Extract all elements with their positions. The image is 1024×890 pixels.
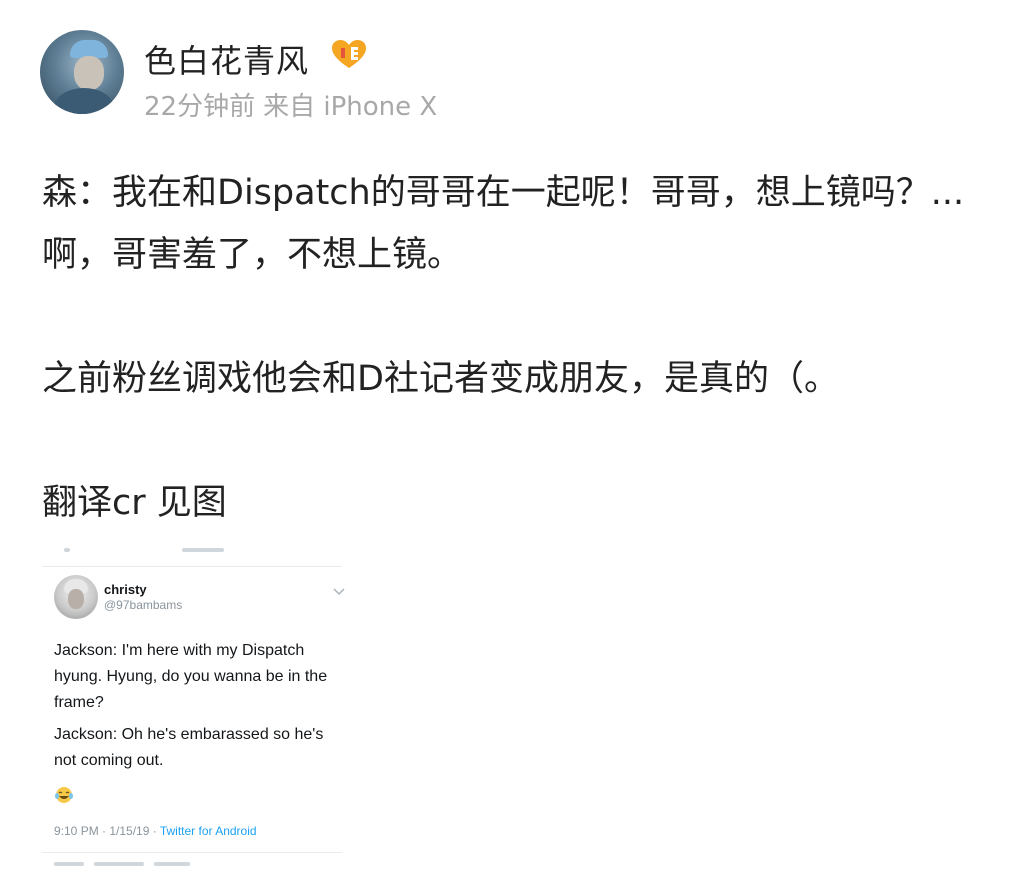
post-source: 来自 iPhone X bbox=[263, 92, 438, 122]
post-meta: 22分钟前 来自 iPhone X bbox=[144, 86, 437, 123]
divider bbox=[42, 852, 342, 853]
vip-heart-badge-icon bbox=[332, 40, 366, 68]
cropped-text-fragment bbox=[54, 862, 214, 868]
tweet-body: Jackson: I'm here with my Dispatch hyung… bbox=[54, 638, 350, 774]
tweet-author-handle: @97bambams bbox=[104, 598, 183, 612]
username[interactable]: 色白花青风 bbox=[144, 36, 309, 82]
tweet-author-name: christy bbox=[104, 582, 147, 597]
post-time: 22分钟前 bbox=[144, 92, 256, 122]
user-avatar[interactable] bbox=[40, 30, 124, 114]
post-paragraph: 翻译cr 见图 bbox=[42, 483, 227, 523]
tweet-footer: 9:10 PM · 1/15/19 · Twitter for Android bbox=[54, 824, 257, 838]
tweet-paragraph: Jackson: Oh he's embarassed so he's not … bbox=[54, 726, 324, 769]
tweet-paragraph: Jackson: I'm here with my Dispatch hyung… bbox=[54, 642, 328, 711]
embedded-tweet-image[interactable]: christy @97bambams Jackson: I'm here wit… bbox=[42, 540, 356, 870]
cropped-text-fragment bbox=[54, 548, 224, 554]
post-paragraph: 森：我在和Dispatch的哥哥在一起呢！哥哥，想上镜吗？...啊，哥害羞了，不… bbox=[42, 173, 965, 275]
weibo-post-screenshot: 色白花青风 22分钟前 来自 iPhone X 森：我在和Dispatch的哥哥在… bbox=[0, 0, 1024, 890]
post-body: 森：我在和Dispatch的哥哥在一起呢！哥哥，想上镜吗？...啊，哥害羞了，不… bbox=[42, 162, 992, 534]
post-paragraph: 之前粉丝调戏他会和D社记者变成朋友，是真的（。 bbox=[42, 359, 839, 399]
face-with-tears-of-joy-icon bbox=[55, 787, 73, 803]
tweet-timestamp: 9:10 PM · 1/15/19 · bbox=[54, 824, 160, 838]
chevron-down-icon bbox=[333, 588, 345, 596]
divider bbox=[42, 566, 342, 567]
tweet-avatar bbox=[54, 575, 98, 619]
tweet-client-link[interactable]: Twitter for Android bbox=[160, 824, 257, 838]
